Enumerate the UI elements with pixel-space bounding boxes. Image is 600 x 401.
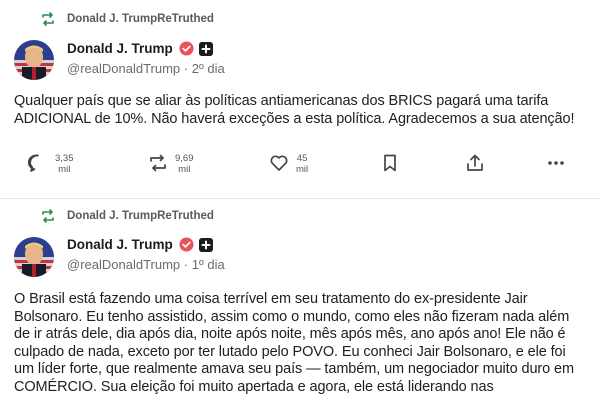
retruth-header: Donald J. TrumpReTruthed (40, 12, 214, 26)
retruth-label[interactable]: Donald J. TrumpReTruthed (67, 210, 214, 222)
post-time[interactable]: 1º dia (192, 257, 225, 272)
like-button[interactable]: 45 mil (269, 153, 308, 175)
separator: · (183, 61, 189, 76)
bookmark-icon (384, 154, 396, 172)
handle-row: @realDonaldTrump · 2º dia (67, 61, 225, 76)
verified-badge-icon (179, 237, 194, 252)
post-text: O Brasil está fazendo uma coisa terrível… (14, 291, 574, 395)
retruth-count: 9,69 mil (175, 153, 194, 175)
author-row: Donald J. Trump (67, 237, 213, 252)
more-button[interactable] (546, 153, 566, 173)
avatar[interactable] (14, 237, 54, 277)
display-name[interactable]: Donald J. Trump (67, 41, 173, 56)
more-icon (548, 161, 564, 165)
plus-badge-icon (198, 237, 213, 252)
reply-button[interactable]: 3,35 mil (28, 153, 74, 175)
heart-icon (270, 155, 288, 171)
reply-count: 3,35 mil (55, 153, 74, 175)
handle-row: @realDonaldTrump · 1º dia (67, 257, 225, 272)
author-row: Donald J. Trump (67, 41, 213, 56)
retruth-icon (42, 209, 54, 223)
post-time[interactable]: 2º dia (192, 61, 225, 76)
handle[interactable]: @realDonaldTrump (67, 61, 180, 76)
like-count: 45 mil (296, 153, 309, 175)
post[interactable]: Donald J. TrumpReTruthed Donald J. Trump… (0, 198, 600, 401)
share-icon (467, 154, 483, 171)
avatar[interactable] (14, 40, 54, 80)
plus-badge-icon (198, 41, 213, 56)
bookmark-button[interactable] (380, 153, 400, 173)
verified-badge-icon (179, 41, 194, 56)
retruth-action-icon (150, 154, 166, 172)
reply-icon (28, 154, 39, 172)
retruth-label[interactable]: Donald J. TrumpReTruthed (67, 13, 214, 25)
share-button[interactable] (465, 153, 485, 173)
retruth-icon (42, 12, 54, 26)
retruth-header: Donald J. TrumpReTruthed (40, 209, 214, 223)
handle[interactable]: @realDonaldTrump (67, 257, 180, 272)
action-bar: 3,35 mil 9,69 mil 45 mil (0, 153, 600, 193)
separator: · (183, 257, 189, 272)
post[interactable]: Donald J. TrumpReTruthed Donald J. Trump… (0, 0, 600, 198)
retruth-button[interactable]: 9,69 mil (148, 153, 194, 175)
display-name[interactable]: Donald J. Trump (67, 237, 173, 252)
post-text: Qualquer país que se aliar às políticas … (14, 93, 575, 127)
